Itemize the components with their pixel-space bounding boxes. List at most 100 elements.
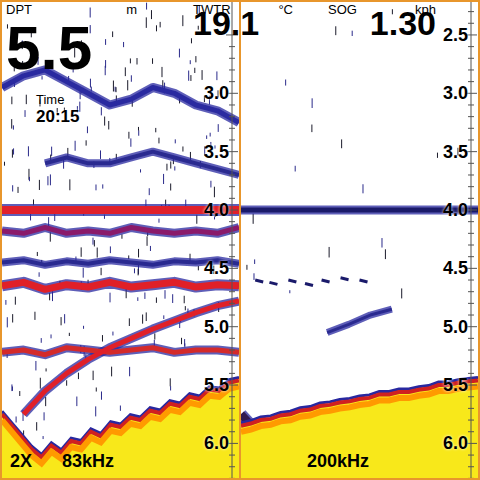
scale-tick	[468, 466, 474, 467]
scale-tick	[229, 233, 235, 234]
panel-footer: 200kHz	[249, 450, 369, 472]
noise-dash	[101, 391, 102, 399]
scale-tick	[468, 23, 474, 24]
noise-dash	[28, 146, 29, 156]
noise-dash	[144, 292, 145, 298]
echo-halo	[327, 309, 392, 332]
scale-tick	[468, 186, 474, 187]
noise-dash	[165, 290, 166, 299]
echo-mark	[360, 280, 368, 282]
noise-dash	[172, 294, 173, 303]
scale-tick	[468, 104, 474, 105]
scale-label: 3.0	[443, 82, 468, 104]
noise-dash	[16, 416, 17, 422]
noise-dash	[64, 314, 65, 323]
noise-dash	[95, 184, 96, 190]
readout-bar: DPTm5.5Time20:15TWTR°C19.1SOGkph1.30	[2, 2, 478, 127]
echo-mark	[305, 284, 313, 286]
noise-dash	[156, 297, 157, 302]
noise-dash	[295, 166, 296, 172]
noise-dash	[19, 391, 20, 396]
scale-tick	[468, 408, 474, 409]
noise-dash	[113, 81, 114, 92]
noise-dash	[158, 138, 159, 144]
scale-tick	[468, 81, 474, 82]
scale-tick	[229, 303, 235, 304]
readout: SOGkph1.30	[328, 2, 436, 40]
noise-dash	[102, 335, 103, 341]
scale-tick	[229, 186, 235, 187]
echo-trace	[2, 260, 239, 265]
noise-dash	[39, 180, 40, 190]
echo-halo	[2, 282, 239, 289]
zoom-label: 2X	[10, 450, 32, 472]
noise-dash	[15, 297, 16, 305]
noise-dash	[179, 49, 180, 58]
noise-dash	[112, 332, 113, 336]
noise-dash	[138, 127, 139, 131]
noise-dash	[12, 185, 13, 191]
scale-tick	[229, 455, 235, 456]
noise-dash	[184, 296, 185, 304]
noise-dash	[289, 290, 290, 293]
noise-dash	[190, 60, 191, 64]
scale-tick	[468, 163, 474, 164]
noise-dash	[12, 386, 13, 390]
noise-dash	[69, 179, 70, 190]
noise-dash	[158, 219, 159, 223]
noise-dash	[12, 149, 13, 157]
scale-tick	[229, 431, 235, 432]
scale-tick	[468, 303, 474, 304]
noise-dash	[352, 31, 353, 36]
noise-dash	[174, 166, 175, 170]
scale-tick	[468, 396, 474, 397]
scale-tick	[468, 256, 474, 257]
scale-tick	[229, 46, 235, 47]
readout-label: SOG	[328, 2, 357, 18]
scale-tick	[229, 361, 235, 362]
noise-dash	[95, 406, 96, 416]
noise-dash	[160, 22, 161, 28]
scale-tick	[468, 198, 474, 199]
noise-dash	[218, 124, 219, 132]
noise-dash	[110, 246, 111, 253]
echo-halo	[241, 206, 478, 215]
scale-label: 3.5	[443, 141, 468, 163]
echo-mark	[341, 278, 349, 280]
scale-label: 6.0	[443, 432, 468, 454]
scale-tick	[468, 361, 474, 362]
scale-tick	[229, 163, 235, 164]
noise-dash	[11, 97, 12, 105]
noise-dash	[151, 10, 152, 19]
scale-tick	[229, 350, 235, 351]
noise-dash	[66, 380, 67, 385]
noise-dash	[129, 318, 130, 326]
bottom-band	[241, 386, 478, 432]
noise-dash	[146, 17, 147, 28]
readout-label: DPT	[6, 2, 32, 18]
noise-dash	[110, 293, 111, 303]
noise-dash	[184, 339, 185, 346]
scale-tick	[468, 350, 474, 351]
panel-footer: 2X83kHz	[10, 450, 114, 472]
bottom-band	[2, 386, 239, 463]
noise-dash	[47, 176, 48, 185]
noise-dash	[50, 174, 51, 185]
noise-dash	[86, 140, 87, 145]
noise-dash	[185, 306, 186, 310]
noise-dash	[146, 312, 147, 321]
noise-dash	[5, 300, 6, 305]
noise-dash	[131, 75, 132, 81]
noise-dash	[105, 66, 106, 75]
noise-dash	[146, 3, 147, 10]
noise-dash	[97, 248, 98, 258]
scale-tick	[229, 116, 235, 117]
scale-tick	[468, 58, 474, 59]
noise-dash	[202, 70, 203, 80]
scale-tick	[468, 420, 474, 421]
echo-trace	[327, 309, 392, 332]
scale-tick	[468, 139, 474, 140]
noise-dash	[129, 367, 130, 376]
echo-halo	[2, 260, 239, 265]
noise-dash	[36, 422, 37, 430]
